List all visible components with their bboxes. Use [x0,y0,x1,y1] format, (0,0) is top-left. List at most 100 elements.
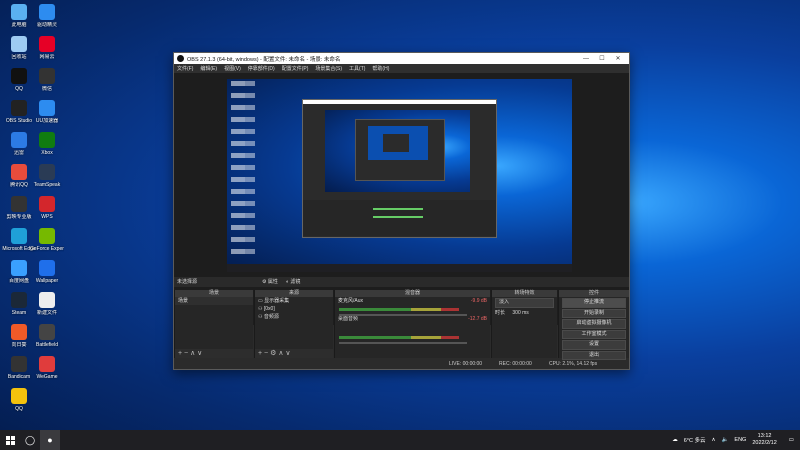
desktop-icon[interactable]: 网易云 [30,36,64,60]
window-title: OBS 27.1.3 (64-bit, windows) - 配置文件: 未命名… [187,56,341,63]
scenes-toolbar: + − ∧ ∨ [175,349,253,358]
app-icon [39,196,55,212]
mixer-title: 混音器 [335,290,490,297]
app-icon [39,100,55,116]
chevron-up-icon[interactable]: ∧ [712,437,716,443]
app-icon [11,68,27,84]
properties-button[interactable]: ⚙ 属性 [262,277,278,287]
stop-streaming-button[interactable]: 停止推流 [562,298,626,308]
system-tray: ☁ 6°C 多云 ∧ 🔈 ENG 13:12 2022/2/12 ▭ [672,430,800,450]
desktop-icon[interactable]: 微信 [30,68,64,92]
add-icon[interactable]: + [258,350,262,357]
preview-icons-col2 [245,81,255,259]
minimize-icon[interactable]: — [578,56,594,62]
source-toolbar: 未选择源 ⚙ 属性 ◐ 滤镜 [174,277,629,287]
lang-indicator[interactable]: ENG [734,437,746,443]
menu-view[interactable]: 视图(V) [224,65,241,72]
source-item[interactable]: ▭ 显示器采集 [255,297,333,305]
duration-row: 时长 300 ms [495,309,529,316]
scene-item[interactable]: 场景 [175,297,253,305]
scenes-dock: 场景 场景 + − ∧ ∨ [174,290,253,358]
menu-scene-collection[interactable]: 场景集合(S) [315,65,342,72]
preview-icons-col1 [231,81,245,259]
desktop-icon[interactable]: UU加速器 [30,100,64,124]
desktop-icon[interactable]: 驱动精灵 [30,4,64,28]
desktop-icon[interactable]: QQ [2,388,36,412]
source-item[interactable]: ⚇ [0x0] [255,305,333,313]
sources-title: 来源 [255,290,333,297]
weather-text[interactable]: 6°C 多云 [684,436,706,444]
up-icon[interactable]: ∧ [278,350,283,357]
taskbar: ◯ ● ☁ 6°C 多云 ∧ 🔈 ENG 13:12 2022/2/12 ▭ [0,430,800,450]
virtual-camera-button[interactable]: 启动虚拟摄像机 [562,319,626,329]
app-icon [39,36,55,52]
app-icon [11,388,27,404]
desktop-icon[interactable]: GeForce Experience [30,228,64,252]
desktop-icon-label: 网易云 [39,54,55,60]
windows-start-icon[interactable] [0,430,20,450]
obs-window[interactable]: OBS 27.1.3 (64-bit, windows) - 配置文件: 未命名… [173,52,630,370]
nested-obs-window [302,99,497,238]
settings-button[interactable]: 设置 [562,340,626,350]
preview-canvas[interactable]: 未选择源 ⚙ 属性 ◐ 滤镜 [174,73,629,325]
app-icon [39,228,55,244]
maximize-icon[interactable]: ☐ [594,55,610,62]
app-icon [39,4,55,20]
source-item[interactable]: ⚇ 音频源 [255,313,333,321]
filters-button[interactable]: ◐ 滤镜 [286,277,300,287]
obs-taskbar-icon[interactable]: ● [40,430,60,450]
desktop-icon[interactable]: Xbox [30,132,64,156]
controls-title: 控件 [559,290,629,297]
app-icon [39,164,55,180]
clock[interactable]: 13:12 2022/2/12 [752,433,782,447]
obs-logo-icon [177,55,184,62]
rec-time: REC: 00:00:00 [499,361,532,367]
status-bar: LIVE: 00:00:00 REC: 00:00:00 CPU: 2.1%, … [174,360,629,369]
add-icon[interactable]: + [178,350,182,357]
menu-profile[interactable]: 配置文件(P) [282,65,309,72]
sources-toolbar: + − ⚙ ∧ ∨ [255,349,333,358]
down-icon[interactable]: ∨ [197,350,202,357]
desktop-icon-label: WeGame [36,374,58,380]
desktop-icon[interactable]: Wallpaper [30,260,64,284]
fader-2[interactable] [339,342,467,344]
remove-icon[interactable]: − [264,350,268,357]
down-icon[interactable]: ∨ [285,350,290,357]
app-icon [39,324,55,340]
fader-1[interactable] [339,314,467,316]
menu-edit[interactable]: 编辑(E) [200,65,217,72]
desktop-icon-label: 新建文件 [36,310,57,316]
desktop-icon[interactable]: TeamSpeak [30,164,64,188]
sources-dock: 来源 ▭ 显示器采集 ⚇ [0x0] ⚇ 音频源 + − ⚙ ∧ ∨ [254,290,333,358]
menu-docks[interactable]: 停靠部件(D) [248,65,275,72]
transition-select[interactable]: 淡入 [495,298,554,308]
remove-icon[interactable]: − [184,350,188,357]
gear-icon[interactable]: ⚙ [270,350,276,357]
exit-button[interactable]: 退出 [562,350,626,360]
menu-bar: 文件(F) 编辑(E) 视图(V) 停靠部件(D) 配置文件(P) 场景集合(S… [174,64,629,73]
desktop-icon[interactable]: 新建文件 [30,292,64,316]
no-source-label: 未选择源 [177,279,198,285]
app-icon [39,68,55,84]
desktop-icon[interactable]: Battlefield [30,324,64,348]
desktop-icon[interactable]: WPS [30,196,64,220]
notification-icon[interactable]: ▭ [789,437,794,443]
duration-field[interactable]: 300 ms [512,310,528,316]
search-icon[interactable]: ◯ [20,430,40,450]
menu-file[interactable]: 文件(F) [177,65,193,72]
transitions-dock: 转场特效 淡入 时长 300 ms [491,290,557,358]
studio-mode-button[interactable]: 工作室模式 [562,329,626,339]
app-icon [39,356,55,372]
desktop-icon-label: QQ [15,406,23,412]
volume-icon[interactable]: 🔈 [722,437,729,443]
cloud-icon[interactable]: ☁ [672,437,678,443]
close-icon[interactable]: ✕ [610,55,626,62]
desktop-icon-label: 驱动精灵 [36,22,57,28]
menu-help[interactable]: 帮助(H) [372,65,389,72]
start-recording-button[interactable]: 开始录制 [562,308,626,318]
desktop-icon[interactable]: WeGame [30,356,64,380]
title-bar[interactable]: OBS 27.1.3 (64-bit, windows) - 配置文件: 未命名… [174,53,629,64]
up-icon[interactable]: ∧ [190,350,195,357]
app-icon [11,4,27,20]
menu-tools[interactable]: 工具(T) [349,65,365,72]
